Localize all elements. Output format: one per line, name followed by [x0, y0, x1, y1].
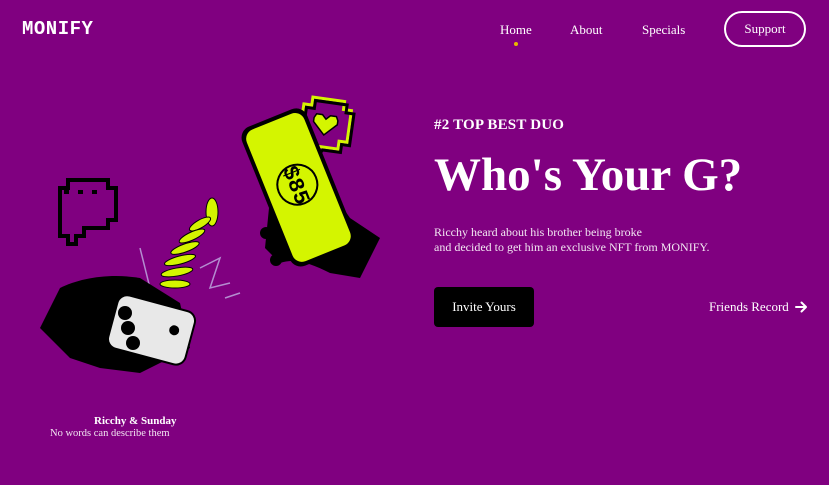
- nav-active-indicator: [514, 42, 518, 46]
- hero-title: Who's Your G?: [434, 149, 743, 201]
- brand-logo[interactable]: MONIFY: [22, 18, 93, 40]
- nav-item-about[interactable]: About: [570, 22, 603, 38]
- support-button[interactable]: Support: [724, 11, 806, 47]
- caption-name: Ricchy & Sunday: [94, 415, 177, 427]
- arrow-right-icon: [794, 301, 807, 313]
- chat-bubble-icon: [58, 178, 118, 246]
- friends-record-link[interactable]: Friends Record: [709, 299, 808, 315]
- nav-item-home[interactable]: Home: [500, 22, 532, 38]
- hero-description: Ricchy heard about his brother being bro…: [434, 225, 710, 255]
- hero-eyebrow: #2 TOP BEST DUO: [434, 117, 565, 133]
- hero-description-line-2: and decided to get him an exclusive NFT …: [434, 240, 710, 254]
- friends-record-label: Friends Record: [709, 299, 789, 314]
- nav-item-specials[interactable]: Specials: [642, 22, 685, 38]
- invite-button[interactable]: Invite Yours: [434, 287, 534, 327]
- hero-description-line-1: Ricchy heard about his brother being bro…: [434, 225, 642, 239]
- coins-stream: [159, 197, 219, 289]
- caption-subtitle: No words can describe them: [50, 428, 170, 439]
- hero-illustration: $85: [40, 95, 380, 373]
